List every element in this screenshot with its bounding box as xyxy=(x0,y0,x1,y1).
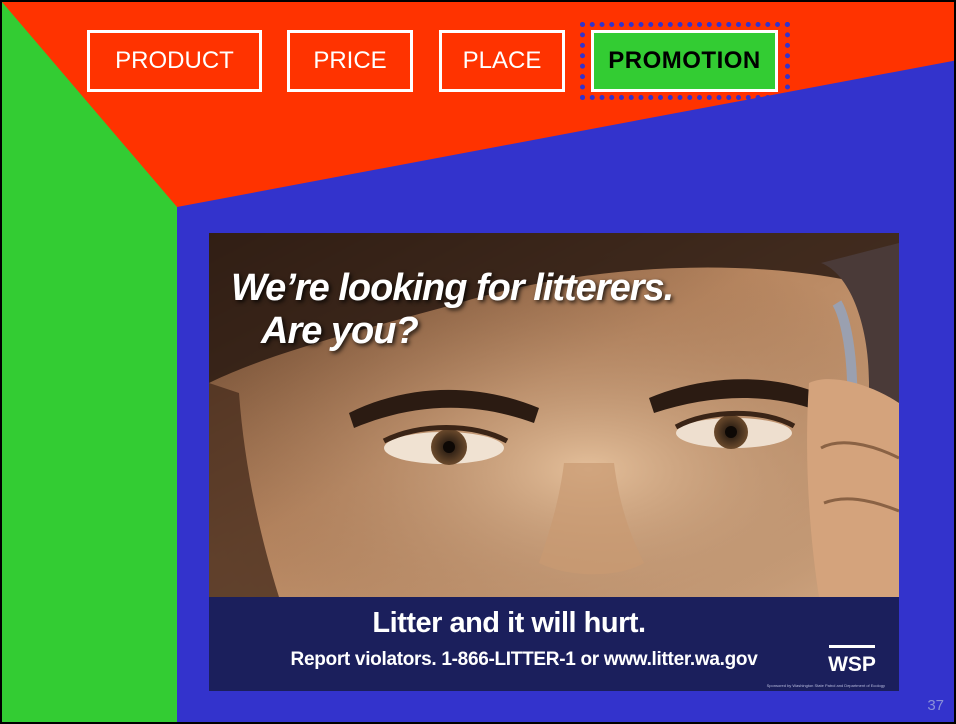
litter-ad-image: We’re looking for litterers. Are you? Li… xyxy=(209,233,899,691)
headline-line-2: Are you? xyxy=(261,309,419,352)
sponsor-text: Sponsored by Washington State Patrol and… xyxy=(766,683,885,688)
wsp-logo-text: WSP xyxy=(828,653,876,675)
wsp-logo-icon: WSP xyxy=(828,645,876,675)
headline-line-1: We’re looking for litterers. xyxy=(231,267,674,309)
ad-banner: Litter and it will hurt. Report violator… xyxy=(209,597,899,691)
tab-promotion[interactable]: PROMOTION xyxy=(591,30,778,92)
ad-report-line: Report violators. 1-866-LITTER-1 or www.… xyxy=(290,649,758,670)
page-number: 37 xyxy=(927,697,944,714)
tab-product[interactable]: PRODUCT xyxy=(87,30,262,92)
slide: PRODUCT PRICE PLACE PROMOTION We’re look… xyxy=(0,0,956,724)
ad-tagline: Litter and it will hurt. xyxy=(372,607,646,639)
tab-place[interactable]: PLACE xyxy=(439,30,565,92)
tab-price[interactable]: PRICE xyxy=(287,30,413,92)
ad-headline: We’re looking for litterers. Are you? xyxy=(231,267,674,352)
